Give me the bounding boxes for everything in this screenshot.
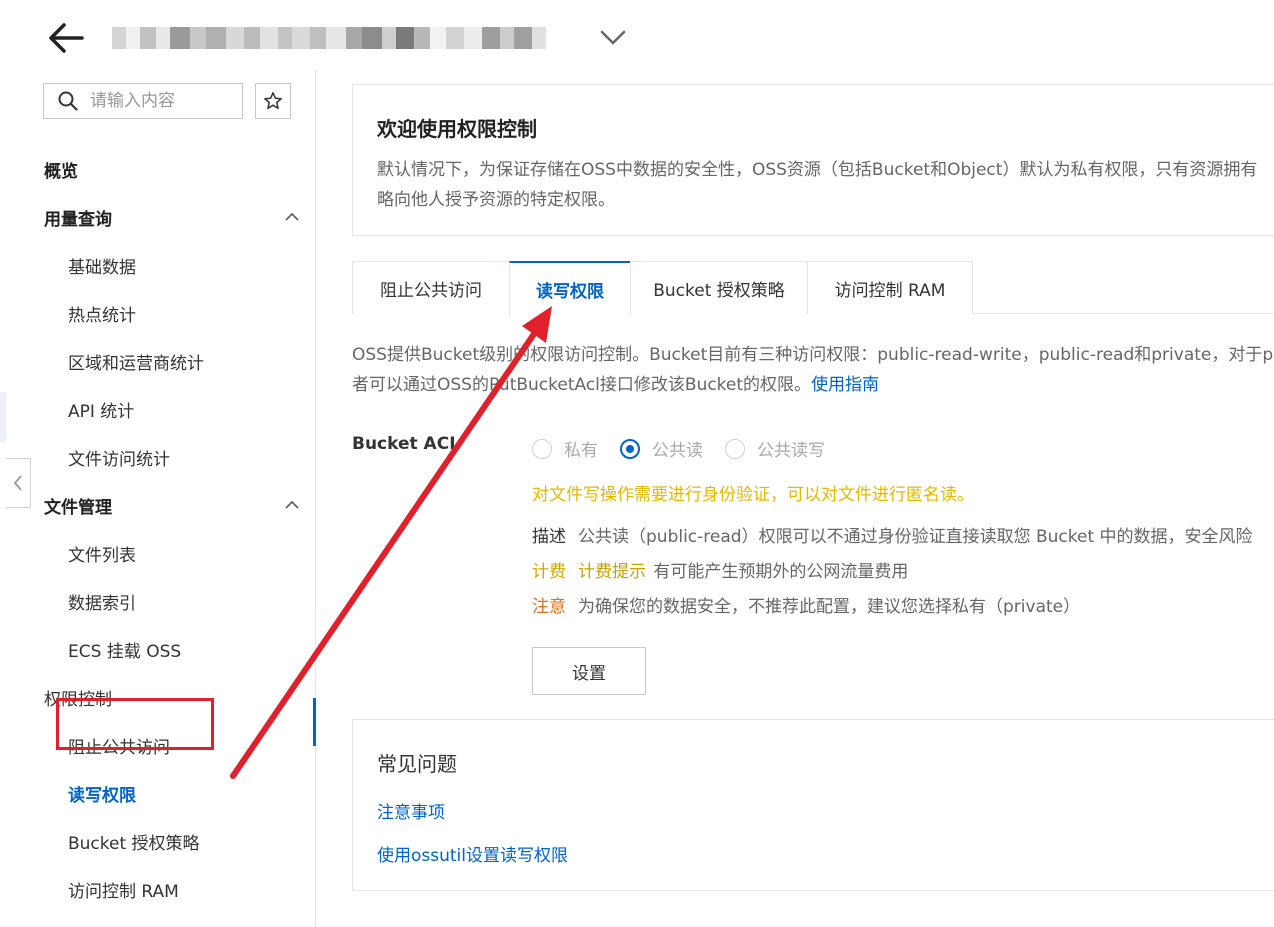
usage-guide-link[interactable]: 使用指南 [811,375,879,395]
sidebar-item-file-list[interactable]: 文件列表 [68,541,136,566]
info-value-note: 为确保您的数据安全，不推荐此配置，建议您选择私有（private） [578,597,1081,617]
edge-mark [0,392,6,442]
search-box[interactable] [43,83,243,119]
info-row-billing: 计费 计费提示 有可能产生预期外的公网流量费用 [532,557,908,582]
search-input[interactable] [90,91,230,111]
sidebar-collapse-button[interactable] [6,458,31,508]
faq-link-notes[interactable]: 注意事项 [377,798,445,823]
info-value-billing: 有可能产生预期外的公网流量费用 [653,562,909,582]
radio-private-dot[interactable] [532,438,552,459]
faq-panel: 常见问题 注意事项 使用ossutil设置读写权限 [352,719,1274,891]
radio-public-read-write[interactable]: 公共读写 [725,436,825,461]
chevron-up-icon[interactable] [284,500,300,510]
welcome-panel: 欢迎使用权限控制 默认情况下，为保证存储在OSS中数据的安全性，OSS资源（包括… [352,84,1274,236]
radio-public-read-write-label: 公共读写 [757,441,825,461]
chevron-down-icon[interactable] [598,24,628,50]
favorite-button[interactable] [255,83,291,119]
radio-private-label: 私有 [564,441,598,461]
sidebar-group-usage[interactable]: 用量查询 [44,205,112,230]
sidebar-item-file-access-stats[interactable]: 文件访问统计 [68,445,170,470]
info-row-description: 描述 公共读（public-read）权限可以不通过身份验证直接读取您 Bucke… [532,522,1253,547]
sidebar-item-basic-data[interactable]: 基础数据 [68,253,136,278]
sidebar-item-ecs-mount-oss[interactable]: ECS 挂载 OSS [68,637,181,662]
sidebar-item-data-index[interactable]: 数据索引 [68,589,136,614]
sidebar-item-hotspot-stats[interactable]: 热点统计 [68,301,136,326]
info-key-billing: 计费 [532,562,566,582]
welcome-line-2: 略向他人授予资源的特定权限。 [377,190,615,210]
bucket-acl-label: Bucket ACL [352,434,461,454]
tab-bar: 阻止公共访问 读写权限 Bucket 授权策略 访问控制 RAM [352,261,1274,315]
tab-bucket-policy[interactable]: Bucket 授权策略 [630,261,808,314]
info-value-description: 公共读（public-read）权限可以不通过身份验证直接读取您 Bucket … [578,527,1253,547]
radio-public-read-label: 公共读 [652,441,703,461]
chevron-up-icon[interactable] [284,212,300,222]
tab-ram-access-control[interactable]: 访问控制 RAM [807,261,973,314]
sidebar-item-read-write-permission[interactable]: 读写权限 [68,781,136,806]
sidebar-item-api-stats[interactable]: API 统计 [68,397,134,422]
bucket-name-obscured [112,16,582,60]
acl-description: OSS提供Bucket级别的权限访问控制。Bucket目前有三种访问权限：pub… [352,340,1274,400]
star-icon [264,92,282,110]
chevron-left-icon [13,475,22,491]
faq-link-ossutil[interactable]: 使用ossutil设置读写权限 [377,841,568,866]
sidebar-item-ram-access-control[interactable]: 访问控制 RAM [68,877,179,902]
radio-private[interactable]: 私有 [532,436,598,461]
back-arrow-icon[interactable] [46,20,86,56]
tab-read-write-permission[interactable]: 读写权限 [509,261,631,315]
info-row-note: 注意 为确保您的数据安全，不推荐此配置，建议您选择私有（private） [532,592,1080,617]
welcome-title: 欢迎使用权限控制 [377,117,537,141]
radio-public-read-write-dot[interactable] [725,438,745,459]
sidebar-item-overview[interactable]: 概览 [44,157,78,182]
radio-public-read[interactable]: 公共读 [620,436,703,461]
sidebar-item-bucket-policy[interactable]: Bucket 授权策略 [68,829,200,854]
welcome-line-1: 默认情况下，为保证存储在OSS中数据的安全性，OSS资源（包括Bucket和Ob… [377,160,1258,180]
faq-title: 常见问题 [377,752,457,776]
tab-block-public-access[interactable]: 阻止公共访问 [352,261,510,314]
sidebar-group-file-management[interactable]: 文件管理 [44,493,112,518]
active-indicator [313,698,316,746]
acl-description-line-1: OSS提供Bucket级别的权限访问控制。Bucket目前有三种访问权限：pub… [352,345,1274,365]
billing-hint-link[interactable]: 计费提示 [578,562,646,582]
welcome-description: 默认情况下，为保证存储在OSS中数据的安全性，OSS资源（包括Bucket和Ob… [377,155,1274,215]
sidebar-item-region-isp-stats[interactable]: 区域和运营商统计 [68,349,204,374]
set-acl-button[interactable]: 设置 [532,647,646,695]
acl-warning-text: 对文件写操作需要进行身份验证，可以对文件进行匿名读。 [532,485,974,505]
annotation-highlight-box [56,698,214,750]
acl-description-line-2: 者可以通过OSS的PutBucketAcl接口修改该Bucket的权限。 [352,375,812,395]
radio-public-read-dot[interactable] [620,438,640,459]
acl-radio-group: 私有 公共读 公共读写 [532,436,847,461]
info-key-note: 注意 [532,597,566,617]
info-key-description: 描述 [532,527,566,547]
search-icon [58,91,78,111]
